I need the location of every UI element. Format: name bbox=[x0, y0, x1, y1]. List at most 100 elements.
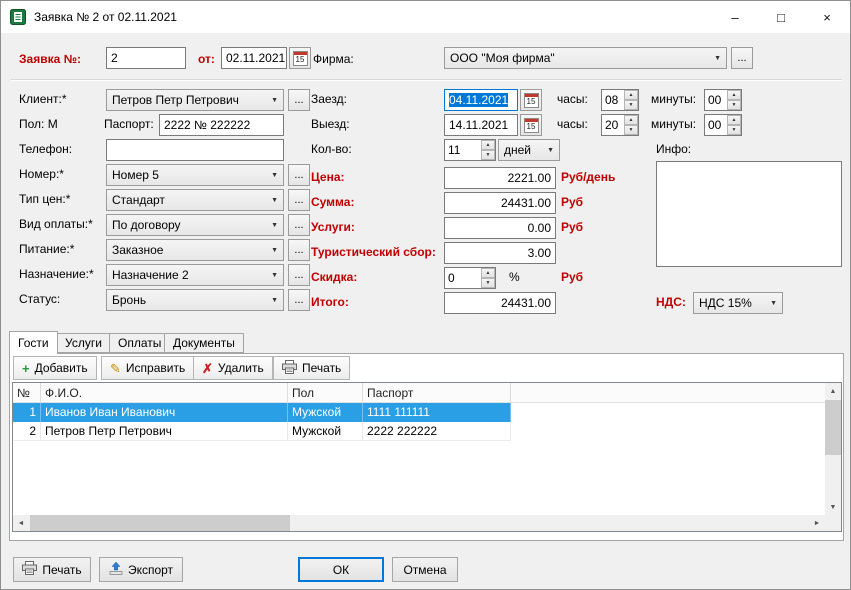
ok-button[interactable]: ОК bbox=[298, 557, 384, 582]
tab-documents[interactable]: Документы bbox=[164, 333, 244, 353]
info-textarea[interactable] bbox=[656, 161, 842, 267]
spin-up-icon[interactable]: ▲ bbox=[481, 268, 495, 278]
tourist-tax-input[interactable]: 3.00 bbox=[444, 242, 556, 264]
checkin-date-input[interactable]: 04.11.2021 bbox=[444, 89, 518, 111]
scroll-right-icon[interactable]: ► bbox=[809, 515, 825, 531]
spin-up-icon[interactable]: ▲ bbox=[624, 90, 638, 100]
phone-input[interactable] bbox=[106, 139, 284, 161]
meal-label: Питание:* bbox=[19, 242, 74, 256]
total-label: Итого: bbox=[311, 295, 349, 309]
vertical-scroll-thumb[interactable] bbox=[825, 400, 841, 455]
price-input[interactable]: 2221.00 bbox=[444, 167, 556, 189]
purpose-combobox[interactable]: Назначение 2 ▼ bbox=[106, 264, 284, 286]
status-ellipsis-button[interactable]: ... bbox=[288, 289, 310, 311]
print-list-button[interactable]: Печать bbox=[273, 356, 350, 380]
spin-up-icon[interactable]: ▲ bbox=[624, 115, 638, 125]
checkout-minutes-spinner[interactable]: 00 ▲▼ bbox=[704, 114, 742, 136]
tourist-tax-label: Туристический сбор: bbox=[311, 245, 436, 259]
firm-ellipsis-button[interactable]: ... bbox=[731, 47, 753, 69]
horizontal-scrollbar[interactable]: ◄ ► bbox=[13, 515, 825, 531]
cancel-button[interactable]: Отмена bbox=[392, 557, 458, 582]
delete-guest-button[interactable]: ✗ Удалить bbox=[193, 356, 273, 380]
scroll-up-icon[interactable]: ▲ bbox=[825, 383, 841, 399]
room-value: Номер 5 bbox=[112, 168, 159, 182]
column-header-name[interactable]: Ф.И.О. bbox=[41, 383, 288, 402]
chevron-down-icon: ▼ bbox=[267, 97, 278, 104]
request-date-input[interactable]: 02.11.2021 bbox=[221, 47, 287, 69]
edit-guest-label: Исправить bbox=[126, 361, 185, 375]
room-combobox[interactable]: Номер 5 ▼ bbox=[106, 164, 284, 186]
maximize-button[interactable]: □ bbox=[758, 1, 804, 33]
tab-services[interactable]: Услуги bbox=[56, 333, 111, 353]
print-list-label: Печать bbox=[302, 361, 341, 375]
tab-guests[interactable]: Гости bbox=[9, 331, 58, 354]
passport-input[interactable]: 2222 № 222222 bbox=[159, 114, 284, 136]
checkin-hours-spinner[interactable]: 08 ▲▼ bbox=[601, 89, 639, 111]
print-button[interactable]: Печать bbox=[13, 557, 91, 582]
discount-value: 0 bbox=[445, 268, 481, 288]
spin-up-icon[interactable]: ▲ bbox=[727, 115, 741, 125]
status-combobox[interactable]: Бронь ▼ bbox=[106, 289, 284, 311]
payment-type-combobox[interactable]: По договору ▼ bbox=[106, 214, 284, 236]
sum-input[interactable]: 24431.00 bbox=[444, 192, 556, 214]
export-button[interactable]: Экспорт bbox=[99, 557, 183, 582]
spin-down-icon[interactable]: ▼ bbox=[481, 150, 495, 160]
client-ellipsis-button[interactable]: ... bbox=[288, 89, 310, 111]
checkin-calendar-button[interactable]: 15 bbox=[520, 89, 542, 111]
spin-down-icon[interactable]: ▼ bbox=[481, 278, 495, 288]
checkin-label: Заезд: bbox=[311, 92, 347, 106]
guest-row[interactable]: 2 Петров Петр Петрович Мужской 2222 2222… bbox=[13, 422, 511, 441]
meal-combobox[interactable]: Заказное ▼ bbox=[106, 239, 284, 261]
request-no-input[interactable]: 2 bbox=[106, 47, 186, 69]
price-type-combobox[interactable]: Стандарт ▼ bbox=[106, 189, 284, 211]
spin-down-icon[interactable]: ▼ bbox=[727, 100, 741, 110]
scroll-down-icon[interactable]: ▼ bbox=[825, 499, 841, 515]
client-combobox[interactable]: Петров Петр Петрович ▼ bbox=[106, 89, 284, 111]
payment-type-ellipsis-button[interactable]: ... bbox=[288, 214, 310, 236]
checkout-hours-spinner[interactable]: 20 ▲▼ bbox=[601, 114, 639, 136]
vat-combobox[interactable]: НДС 15% ▼ bbox=[693, 292, 783, 314]
checkin-date-value: 04.11.2021 bbox=[449, 93, 508, 107]
add-guest-button[interactable]: + Добавить bbox=[13, 356, 97, 380]
spinner-buttons: ▲▼ bbox=[727, 115, 741, 135]
meal-ellipsis-button[interactable]: ... bbox=[288, 239, 310, 261]
scroll-left-icon[interactable]: ◄ bbox=[13, 515, 29, 531]
close-button[interactable]: × bbox=[804, 1, 850, 33]
checkin-minutes-spinner[interactable]: 00 ▲▼ bbox=[704, 89, 742, 111]
price-type-ellipsis-button[interactable]: ... bbox=[288, 189, 310, 211]
edit-guest-button[interactable]: ✎ Исправить bbox=[101, 356, 194, 380]
print-button-label: Печать bbox=[42, 563, 81, 577]
calendar-icon: 15 bbox=[524, 118, 539, 133]
quantity-unit-combobox[interactable]: дней ▼ bbox=[498, 139, 560, 161]
firm-combobox[interactable]: ООО "Моя фирма" ▼ bbox=[444, 47, 727, 69]
checkout-hours-label: часы: bbox=[557, 117, 588, 131]
guest-gender: Мужской bbox=[288, 403, 363, 422]
horizontal-scroll-thumb[interactable] bbox=[30, 515, 290, 531]
spin-up-icon[interactable]: ▲ bbox=[481, 140, 495, 150]
scrollbar-corner bbox=[825, 515, 841, 531]
request-date-calendar-button[interactable]: 15 bbox=[289, 47, 311, 69]
vertical-scrollbar[interactable]: ▲ ▼ bbox=[825, 383, 841, 515]
column-header-gender[interactable]: Пол bbox=[288, 383, 363, 402]
room-ellipsis-button[interactable]: ... bbox=[288, 164, 310, 186]
checkout-calendar-button[interactable]: 15 bbox=[520, 114, 542, 136]
discount-spinner[interactable]: 0 ▲▼ bbox=[444, 267, 496, 289]
total-input[interactable]: 24431.00 bbox=[444, 292, 556, 314]
guest-row[interactable]: 1 Иванов Иван Иванович Мужской 1111 1111… bbox=[13, 403, 511, 422]
services-input[interactable]: 0.00 bbox=[444, 217, 556, 239]
spin-down-icon[interactable]: ▼ bbox=[624, 100, 638, 110]
minimize-button[interactable]: – bbox=[712, 1, 758, 33]
services-label: Услуги: bbox=[311, 220, 355, 234]
printer-icon bbox=[282, 360, 297, 377]
purpose-ellipsis-button[interactable]: ... bbox=[288, 264, 310, 286]
checkout-date-input[interactable]: 14.11.2021 bbox=[444, 114, 518, 136]
price-unit-label: Руб/день bbox=[561, 170, 615, 184]
column-header-num[interactable]: № bbox=[13, 383, 41, 402]
spin-up-icon[interactable]: ▲ bbox=[727, 90, 741, 100]
quantity-spinner[interactable]: 11 ▲▼ bbox=[444, 139, 496, 161]
gender-label: Пол: М bbox=[19, 117, 58, 131]
spin-down-icon[interactable]: ▼ bbox=[624, 125, 638, 135]
tab-payments[interactable]: Оплаты bbox=[109, 333, 170, 353]
spin-down-icon[interactable]: ▼ bbox=[727, 125, 741, 135]
column-header-passport[interactable]: Паспорт bbox=[363, 383, 511, 402]
